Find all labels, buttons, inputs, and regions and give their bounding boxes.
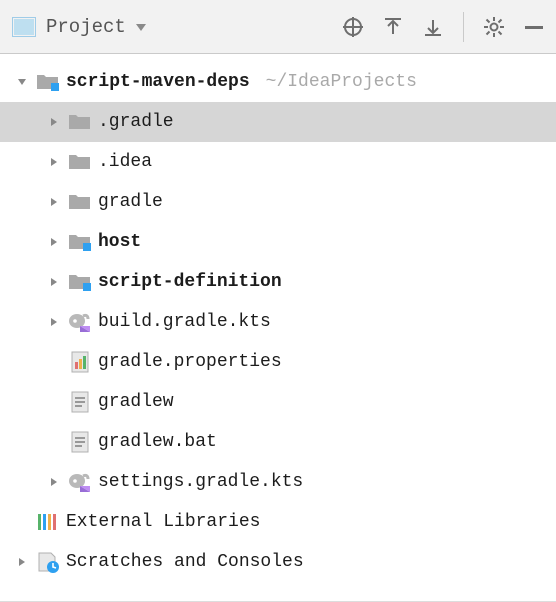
node-label: Scratches and Consoles [66, 552, 304, 572]
node-label: External Libraries [66, 512, 260, 532]
module-folder-icon [36, 70, 60, 94]
tool-window-header: Project [0, 0, 556, 54]
tree-node-file[interactable]: · gradle.properties [0, 342, 556, 382]
node-label: settings.gradle.kts [98, 472, 303, 492]
folder-icon [68, 190, 92, 214]
text-file-icon [68, 430, 92, 454]
node-path: ~/IdeaProjects [266, 72, 417, 92]
text-file-icon [68, 390, 92, 414]
tree-node-folder[interactable]: .idea [0, 142, 556, 182]
scratches-icon [36, 550, 60, 574]
node-label: gradle.properties [98, 352, 282, 372]
folder-icon [68, 150, 92, 174]
tree-node-root[interactable]: script-maven-deps ~/IdeaProjects [0, 62, 556, 102]
node-label: build.gradle.kts [98, 312, 271, 332]
node-label: .idea [98, 152, 152, 172]
tree-node-file[interactable]: · gradlew.bat [0, 422, 556, 462]
node-label: gradle [98, 192, 163, 212]
module-folder-icon [68, 230, 92, 254]
folder-icon [68, 110, 92, 134]
node-label: script-maven-deps [66, 72, 250, 92]
chevron-right-icon[interactable] [46, 156, 62, 168]
tree-node-folder[interactable]: gradle [0, 182, 556, 222]
tree-node-external-libraries[interactable]: · External Libraries [0, 502, 556, 542]
library-icon [36, 510, 60, 534]
tree-node-file[interactable]: settings.gradle.kts [0, 462, 556, 502]
node-label: .gradle [98, 112, 174, 132]
tree-node-folder[interactable]: .gradle [0, 102, 556, 142]
chevron-right-icon[interactable] [46, 236, 62, 248]
view-mode-chevron-icon[interactable] [134, 20, 148, 34]
chevron-right-icon[interactable] [46, 276, 62, 288]
hide-icon[interactable] [520, 13, 548, 41]
header-title[interactable]: Project [46, 16, 126, 38]
expand-all-icon[interactable] [379, 13, 407, 41]
tree-node-scratches[interactable]: Scratches and Consoles [0, 542, 556, 582]
chevron-right-icon[interactable] [46, 196, 62, 208]
module-folder-icon [68, 270, 92, 294]
gradle-kotlin-icon [68, 470, 92, 494]
separator [463, 12, 464, 42]
node-label: host [98, 232, 141, 252]
chevron-down-icon[interactable] [14, 76, 30, 88]
chevron-right-icon[interactable] [46, 316, 62, 328]
properties-icon [68, 350, 92, 374]
node-label: gradlew [98, 392, 174, 412]
collapse-all-icon[interactable] [419, 13, 447, 41]
tree-node-module[interactable]: script-definition [0, 262, 556, 302]
tree-node-module[interactable]: host [0, 222, 556, 262]
select-opened-file-icon[interactable] [339, 13, 367, 41]
chevron-right-icon[interactable] [14, 556, 30, 568]
tree-node-file[interactable]: build.gradle.kts [0, 302, 556, 342]
chevron-right-icon[interactable] [46, 476, 62, 488]
project-tool-icon [10, 13, 38, 41]
project-tree[interactable]: script-maven-deps ~/IdeaProjects .gradle… [0, 54, 556, 582]
gradle-kotlin-icon [68, 310, 92, 334]
node-label: gradlew.bat [98, 432, 217, 452]
tree-node-file[interactable]: · gradlew [0, 382, 556, 422]
chevron-right-icon[interactable] [46, 116, 62, 128]
node-label: script-definition [98, 272, 282, 292]
settings-icon[interactable] [480, 13, 508, 41]
